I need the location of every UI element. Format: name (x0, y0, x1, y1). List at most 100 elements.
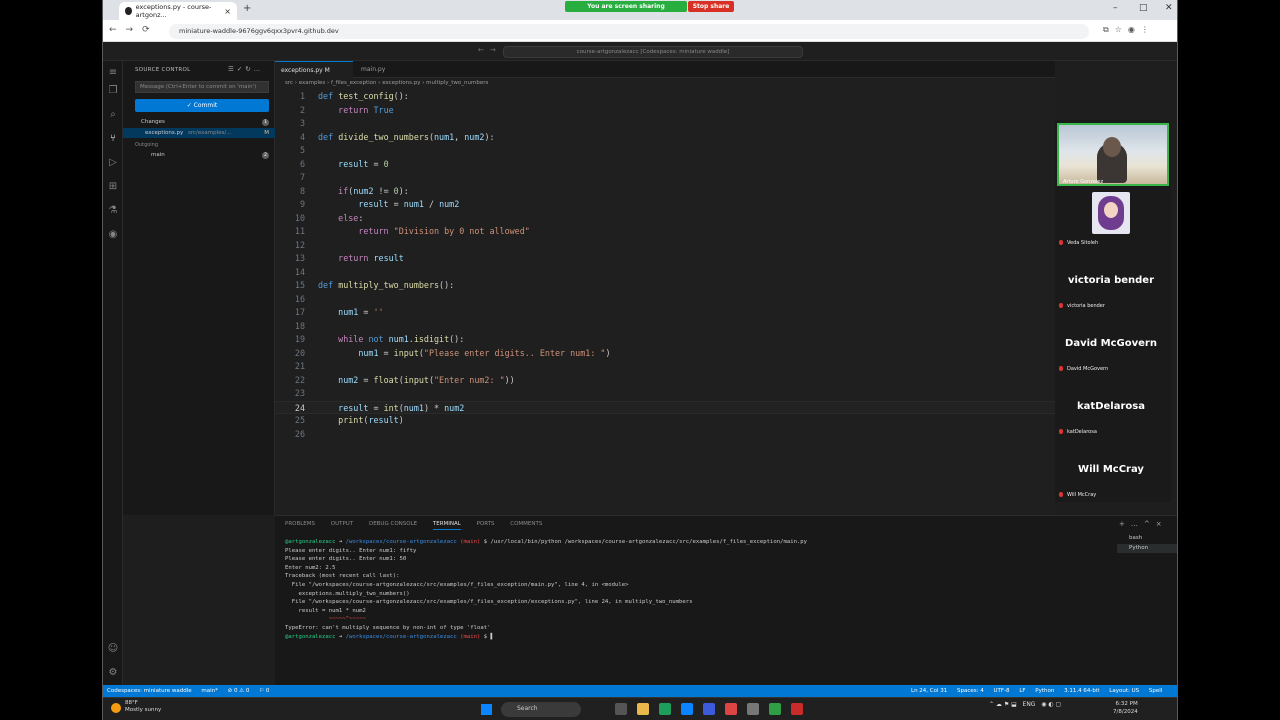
search-icon[interactable]: ⌕ (107, 109, 119, 121)
settings-gear-icon[interactable]: ⚙ (107, 667, 119, 679)
status-problems[interactable]: ⊘ 0 ⚠ 0 (228, 688, 250, 694)
tab-debug-console[interactable]: DEBUG CONSOLE (369, 521, 417, 527)
browser-tab[interactable]: exceptions.py - course-artgonz... × (119, 2, 237, 20)
testing-icon[interactable]: ⚗ (107, 205, 119, 217)
terminal-item-python[interactable]: Python (1117, 544, 1177, 553)
command-center[interactable]: course-artgonzalezacc [Codespaces: minia… (503, 46, 803, 58)
tab-exceptions-py[interactable]: exceptions.py M (275, 61, 353, 78)
changes-header[interactable]: Changes 1 (123, 117, 275, 127)
code-line[interactable]: 8 if(num2 != 0): (275, 185, 1055, 199)
windows-start-icon[interactable] (481, 704, 492, 715)
line-content: return result (338, 253, 404, 263)
tab-output[interactable]: OUTPUT (331, 521, 353, 527)
line-number: 17 (294, 307, 305, 317)
chrome-active-icon[interactable] (725, 703, 737, 715)
breadcrumb[interactable]: src › examples › f_files_exception › exc… (285, 80, 488, 86)
outgoing-branch-row[interactable]: main 2 (123, 150, 275, 160)
explorer-icon[interactable]: ❐ (107, 85, 119, 97)
line-content: return "Division by 0 not allowed" (358, 226, 530, 236)
status-language[interactable]: Python (1035, 688, 1054, 694)
code-line[interactable]: 13 return result (275, 252, 1055, 266)
edge-icon[interactable] (681, 703, 693, 715)
tab-terminal[interactable]: TERMINAL (432, 521, 461, 530)
windows-taskbar: 88°F Mostly sunny Search ⌃ ☁ ⚑ ⬓ ENG ◉ ◐… (103, 697, 1177, 720)
terminal-item-bash[interactable]: bash (1117, 534, 1177, 543)
run-debug-icon[interactable]: ▷ (107, 157, 119, 169)
code-line[interactable]: 23 (275, 387, 1055, 401)
file-explorer-icon[interactable] (637, 703, 649, 715)
status-layout[interactable]: Layout: US (1109, 688, 1139, 694)
code-line[interactable]: 10 else: (275, 212, 1055, 226)
status-spell[interactable]: Spell (1149, 688, 1162, 694)
tab-comments[interactable]: COMMENTS (510, 521, 542, 527)
app-icon[interactable] (703, 703, 715, 715)
status-indent[interactable]: Spaces: 4 (957, 688, 984, 694)
taskbar-clock[interactable]: 6:32 PM 7/8/2024 (1113, 700, 1138, 716)
code-line[interactable]: 3 (275, 117, 1055, 131)
system-tray[interactable]: ⌃ ☁ ⚑ ⬓ ENG ◉ ◐ ▢ (989, 701, 1061, 708)
github-icon[interactable]: ◉ (107, 229, 119, 241)
close-window-button[interactable]: ✕ (1165, 3, 1173, 13)
app-icon-3[interactable] (769, 703, 781, 715)
code-line[interactable]: 14 (275, 266, 1055, 280)
app-icon-2[interactable] (747, 703, 759, 715)
tab-main-py[interactable]: main.py (355, 61, 415, 78)
weather-widget[interactable]: 88°F Mostly sunny (111, 700, 161, 714)
new-tab-button[interactable]: + (243, 3, 251, 14)
code-line[interactable]: 9 result = num1 / num2 (275, 198, 1055, 212)
history-arrows[interactable]: ←→ (478, 46, 502, 54)
changed-file-row[interactable]: exceptions.py src/examples/... M (123, 128, 275, 138)
terminal-line: Please enter digits.. Enter num1: 50 (285, 556, 407, 563)
panel-controls[interactable]: +…^× (1119, 520, 1168, 528)
extensions-icon[interactable]: ⊞ (107, 181, 119, 193)
commit-button[interactable]: ✓ Commit (135, 99, 269, 112)
status-encoding[interactable]: UTF-8 (994, 688, 1010, 694)
code-line[interactable]: 1 def test_config(): (275, 90, 1055, 104)
status-codespace[interactable]: Codespaces: miniature waddle (107, 688, 192, 694)
status-ports[interactable]: ⚐ 0 (259, 688, 269, 694)
status-branch[interactable]: main* (201, 688, 218, 694)
code-line[interactable]: 18 (275, 320, 1055, 334)
code-line[interactable]: 2 return True (275, 104, 1055, 118)
taskbar-search[interactable]: Search (501, 702, 581, 717)
tab-problems[interactable]: PROBLEMS (285, 521, 315, 527)
browser-toolbar-icons[interactable]: ⧉☆◉⋮ (1103, 25, 1155, 35)
code-line[interactable]: 25 print(result) (275, 414, 1055, 428)
code-line[interactable]: 4 def divide_two_numbers(num1, num2): (275, 131, 1055, 145)
code-line[interactable]: 6 result = 0 (275, 158, 1055, 172)
menu-icon[interactable]: ≡ (107, 67, 119, 79)
chrome-icon[interactable] (659, 703, 671, 715)
line-number: 26 (294, 428, 305, 439)
task-view-icon[interactable] (615, 703, 627, 715)
code-line[interactable]: 20 num1 = input("Please enter digits.. E… (275, 347, 1055, 361)
participant-tile-3: David McGovern (1065, 338, 1157, 349)
stop-share-button[interactable]: Stop share (688, 1, 734, 12)
code-line[interactable]: 26 (275, 428, 1055, 442)
maximize-button[interactable]: □ (1139, 3, 1148, 13)
close-tab-icon[interactable]: × (224, 7, 231, 16)
code-line[interactable]: 19 while not num1.isdigit(): (275, 333, 1055, 347)
code-line[interactable]: 7 (275, 171, 1055, 185)
code-line[interactable]: 24 result = int(num1) * num2 (275, 400, 1055, 414)
line-content: result = num1 / num2 (358, 199, 460, 209)
code-line[interactable]: 5 (275, 144, 1055, 158)
commit-message-input[interactable]: Message (Ctrl+Enter to commit on 'main') (135, 81, 269, 93)
code-line[interactable]: 17 num1 = '' (275, 306, 1055, 320)
url-field[interactable]: miniature-waddle-9676ggv6qxx3pvr4.github… (169, 24, 1089, 39)
code-line[interactable]: 16 (275, 293, 1055, 307)
status-eol[interactable]: LF (1019, 688, 1025, 694)
nav-buttons[interactable]: ←→⟳ (109, 25, 159, 35)
account-icon[interactable]: ☺ (107, 643, 119, 655)
code-line[interactable]: 11 return "Division by 0 not allowed" (275, 225, 1055, 239)
code-line[interactable]: 12 (275, 239, 1055, 253)
app-icon-4[interactable] (791, 703, 803, 715)
source-control-icon[interactable]: ⑂ (107, 133, 119, 145)
minimize-button[interactable]: – (1113, 3, 1118, 13)
status-interpreter[interactable]: 3.11.4 64-bit (1064, 688, 1099, 694)
code-line[interactable]: 22 num2 = float(input("Enter num2: ")) (275, 374, 1055, 388)
code-line[interactable]: 21 (275, 360, 1055, 374)
sidebar-action-icons[interactable]: ☰✓↻… (228, 65, 263, 73)
tab-ports[interactable]: PORTS (477, 521, 495, 527)
status-cursor[interactable]: Ln 24, Col 31 (911, 688, 947, 694)
code-line[interactable]: 15 def multiply_two_numbers(): (275, 279, 1055, 293)
